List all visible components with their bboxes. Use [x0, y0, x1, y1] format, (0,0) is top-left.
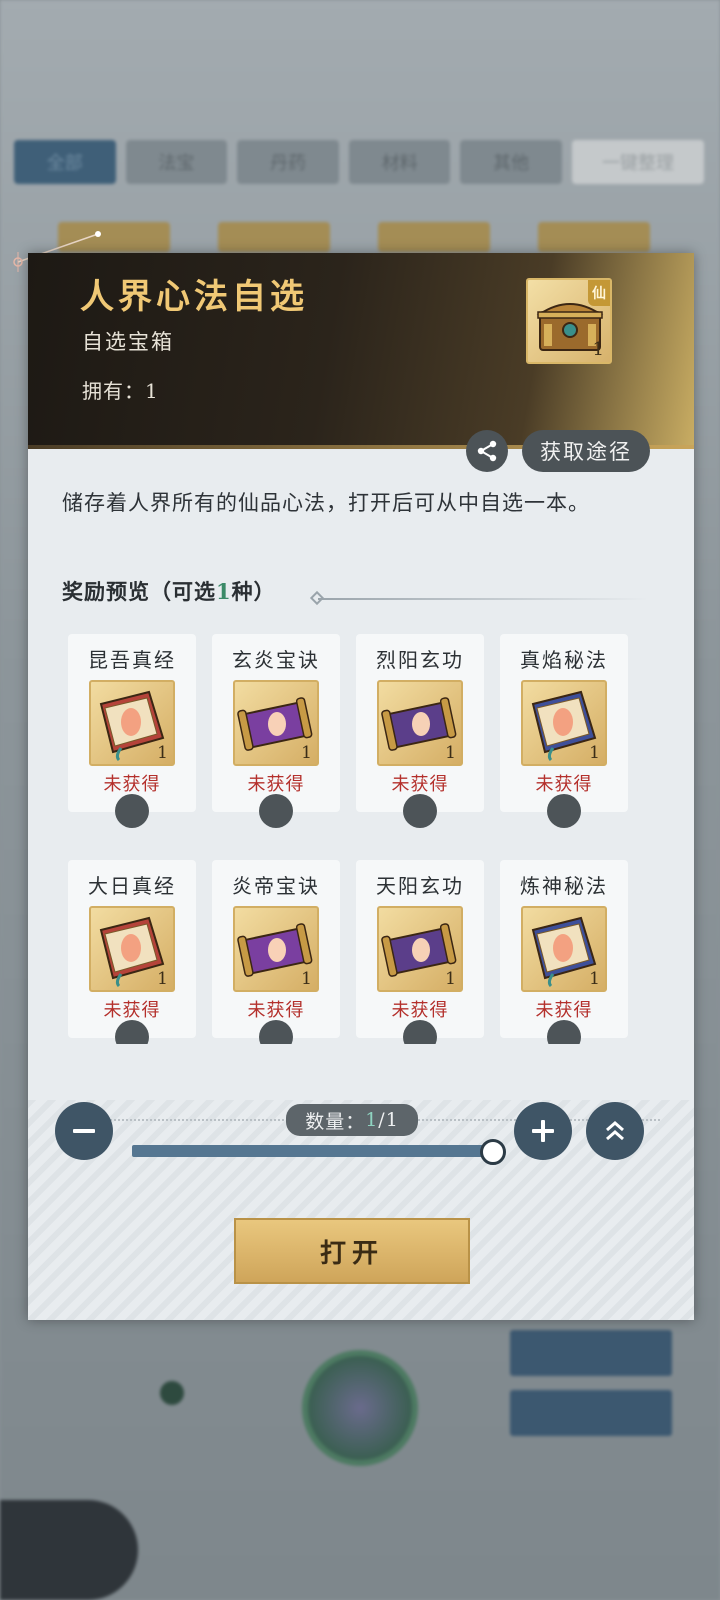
- bg-tab: 其他: [460, 140, 562, 184]
- bg-tab: 丹药: [237, 140, 339, 184]
- reward-card[interactable]: 玄炎宝诀 1 未获得: [212, 634, 340, 828]
- reward-quantity: 1: [301, 969, 312, 989]
- reward-card[interactable]: 大日真经 1 未获得: [68, 860, 196, 1044]
- owned-count: 拥有：1: [82, 379, 159, 403]
- reward-select-radio[interactable]: [259, 1020, 293, 1044]
- reward-status: 未获得: [247, 774, 305, 795]
- reward-icon-frame: 1: [233, 906, 319, 992]
- reward-select-radio[interactable]: [115, 1020, 149, 1044]
- reward-select-radio[interactable]: [115, 794, 149, 828]
- reward-card[interactable]: 天阳玄功 1 未获得: [356, 860, 484, 1044]
- reward-quantity: 1: [301, 743, 312, 763]
- reward-status: 未获得: [247, 1000, 305, 1021]
- reward-card[interactable]: 昆吾真经 1 未获得: [68, 634, 196, 828]
- reward-status: 未获得: [535, 774, 593, 795]
- reward-name: 真焰秘法: [520, 648, 608, 672]
- max-quantity-button[interactable]: [586, 1102, 644, 1160]
- quantity-label-text: 数量：: [305, 1110, 366, 1133]
- background-tabs: 全部 法宝 丹药 材料 其他 一键整理: [14, 140, 705, 184]
- bg-tab: 材料: [348, 140, 451, 184]
- reward-icon-frame: 1: [377, 680, 463, 766]
- reward-select-radio[interactable]: [547, 794, 581, 828]
- reward-grid: 昆吾真经 1 未获得 玄炎宝诀 1 未获得 烈阳玄功 1 未获得 真焰秘法 1 未获得 大日真经 1 未获得…: [68, 634, 628, 1044]
- item-category: 自选宝箱: [82, 330, 174, 354]
- quantity-current: 1: [365, 1109, 379, 1131]
- reward-icon-frame: 1: [89, 906, 175, 992]
- reward-preview-prefix: 奖励预览（可选: [62, 579, 216, 604]
- reward-status: 未获得: [103, 1000, 161, 1021]
- reward-name: 大日真经: [88, 874, 176, 898]
- bg-tab: 法宝: [125, 140, 228, 184]
- bg-gold-bar: [218, 222, 330, 252]
- minus-icon: [73, 1129, 95, 1133]
- reward-status: 未获得: [391, 774, 449, 795]
- open-button[interactable]: 打开: [234, 1218, 470, 1284]
- divider-line: [318, 598, 648, 600]
- decrease-button[interactable]: [55, 1102, 113, 1160]
- quantity-total: /1: [378, 1109, 399, 1131]
- bg-button: [510, 1390, 672, 1436]
- reward-card[interactable]: 炼神秘法 1 未获得: [500, 860, 628, 1044]
- reward-status: 未获得: [103, 774, 161, 795]
- reward-icon-frame: 1: [233, 680, 319, 766]
- reward-name: 玄炎宝诀: [232, 648, 320, 672]
- plus-icon: [532, 1120, 554, 1142]
- item-icon-frame: 仙 1: [526, 278, 612, 364]
- reward-quantity: 1: [445, 969, 456, 989]
- reward-card[interactable]: 烈阳玄功 1 未获得: [356, 634, 484, 828]
- item-header: 人界心法自选 自选宝箱 拥有：1 仙 1: [28, 253, 694, 449]
- reward-status: 未获得: [391, 1000, 449, 1021]
- reward-card[interactable]: 炎帝宝诀 1 未获得: [212, 860, 340, 1044]
- share-icon: [477, 440, 497, 462]
- quantity-slider-handle[interactable]: [480, 1139, 506, 1165]
- reward-icon-frame: 1: [377, 906, 463, 992]
- reward-quantity: 1: [157, 969, 168, 989]
- immortal-grade-badge: 仙: [588, 280, 610, 306]
- reward-icon-frame: 1: [521, 680, 607, 766]
- bg-gold-bar: [378, 222, 490, 252]
- reward-select-radio[interactable]: [403, 1020, 437, 1044]
- reward-preview-count: 1: [216, 579, 232, 604]
- reward-preview-suffix: 种）: [231, 579, 276, 604]
- item-icon-count: 1: [592, 339, 604, 360]
- quantity-label: 数量： 1/1: [286, 1104, 418, 1136]
- bg-corner-button: [0, 1500, 138, 1600]
- item-description: 储存着人界所有的仙品心法，打开后可从中自选一本。: [62, 491, 590, 515]
- double-chevron-up-icon: [606, 1121, 624, 1141]
- reward-name: 天阳玄功: [376, 874, 464, 898]
- reward-name: 炎帝宝诀: [232, 874, 320, 898]
- bg-button: [510, 1330, 672, 1376]
- reward-select-radio[interactable]: [403, 794, 437, 828]
- bg-avatar: [302, 1350, 418, 1466]
- reward-name: 烈阳玄功: [376, 648, 464, 672]
- increase-button[interactable]: [514, 1102, 572, 1160]
- reward-card[interactable]: 真焰秘法 1 未获得: [500, 634, 628, 828]
- reward-quantity: 1: [589, 969, 600, 989]
- quantity-slider[interactable]: [132, 1145, 492, 1157]
- reward-quantity: 1: [589, 743, 600, 763]
- reward-name: 昆吾真经: [88, 648, 176, 672]
- reward-name: 炼神秘法: [520, 874, 608, 898]
- reward-quantity: 1: [157, 743, 168, 763]
- reward-icon-frame: 1: [89, 680, 175, 766]
- reward-select-radio[interactable]: [259, 794, 293, 828]
- acquire-route-button[interactable]: 获取途径: [522, 430, 650, 472]
- share-button[interactable]: [466, 430, 508, 472]
- reward-status: 未获得: [535, 1000, 593, 1021]
- item-detail-panel: 人界心法自选 自选宝箱 拥有：1 仙 1 获取途径 储存着人界所有的仙品心法，打…: [28, 253, 694, 1320]
- bg-gold-bar: [538, 222, 650, 252]
- reward-select-radio[interactable]: [547, 1020, 581, 1044]
- reward-quantity: 1: [445, 743, 456, 763]
- bg-tab: 一键整理: [571, 140, 705, 184]
- bg-tab: 全部: [14, 140, 116, 184]
- bg-dot: [160, 1381, 184, 1405]
- reward-preview-title: 奖励预览（可选1种）: [62, 576, 276, 606]
- item-title: 人界心法自选: [80, 277, 308, 317]
- reward-icon-frame: 1: [521, 906, 607, 992]
